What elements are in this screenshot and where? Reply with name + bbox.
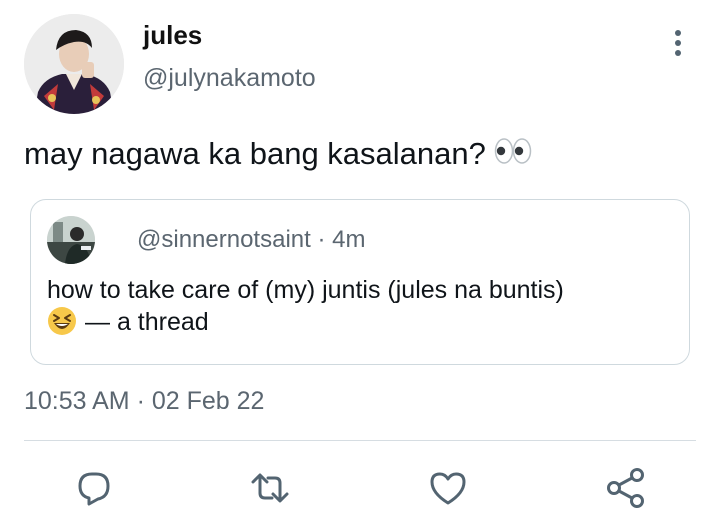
retweet-button[interactable] <box>248 466 292 510</box>
quoted-text-line2: — a thread <box>85 308 209 336</box>
author-handle[interactable]: @julynakamoto <box>143 64 316 93</box>
tweet-timestamp[interactable]: 10:53 AM · 02 Feb 22 <box>24 387 264 416</box>
quoted-handle: @sinnernotsaint <box>137 226 311 253</box>
timestamp-date: 02 Feb 22 <box>151 387 265 415</box>
quoted-tweet-meta: @sinnernotsaint · 4m <box>137 226 365 254</box>
reply-button[interactable] <box>72 466 116 510</box>
quoted-author-avatar <box>47 216 95 264</box>
avatar-image <box>24 14 124 114</box>
reply-icon <box>78 472 110 506</box>
share-icon <box>607 468 644 508</box>
like-icon <box>430 472 466 505</box>
retweet-icon <box>251 473 289 503</box>
quoted-meta-separator: · <box>317 226 326 253</box>
share-button[interactable] <box>604 466 648 510</box>
tweet-text: may nagawa ka bang kasalanan? <box>24 136 532 174</box>
quoted-age: 4m <box>332 226 366 253</box>
quoted-text-line1: how to take care of (my) juntis (jules n… <box>47 276 564 304</box>
author-display-name[interactable]: jules <box>143 20 202 51</box>
quoted-tweet-text: how to take care of (my) juntis (jules n… <box>47 274 677 344</box>
quoted-avatar-image <box>47 216 95 264</box>
quoted-tweet-card[interactable]: @sinnernotsaint · 4m how to take care of… <box>30 199 690 365</box>
eyes-emoji-icon <box>494 136 532 174</box>
more-options-icon[interactable] <box>668 30 688 64</box>
tweet-text-content: may nagawa ka bang kasalanan? <box>24 136 486 171</box>
quoted-text-line2-row: — a thread <box>47 306 677 344</box>
laughing-emoji-icon <box>47 306 77 344</box>
timestamp-time: 10:53 AM <box>24 387 130 415</box>
like-button[interactable] <box>426 466 470 510</box>
divider <box>24 440 696 441</box>
author-avatar[interactable] <box>24 14 124 114</box>
timestamp-separator: · <box>136 387 145 415</box>
